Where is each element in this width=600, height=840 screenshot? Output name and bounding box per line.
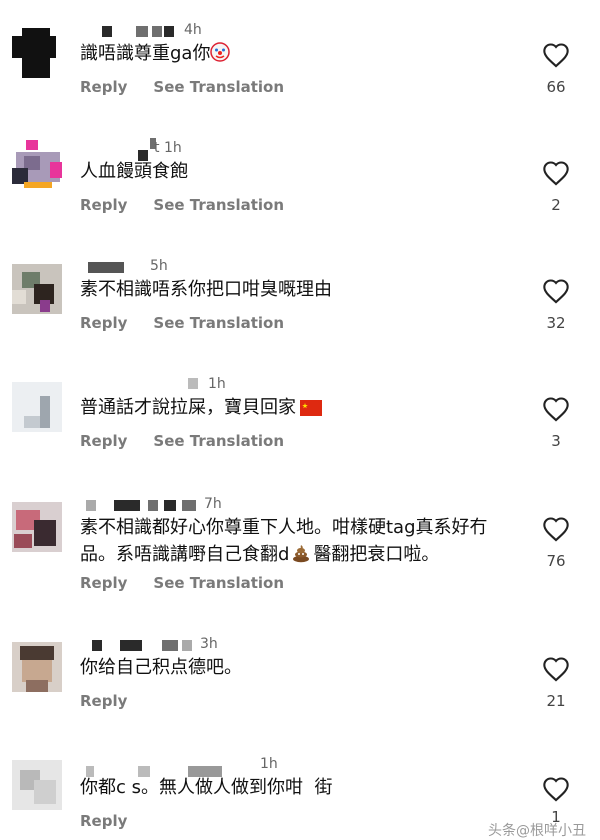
- like-button[interactable]: 3: [541, 396, 571, 450]
- reply-button[interactable]: Reply: [80, 196, 127, 214]
- like-button[interactable]: 66: [541, 42, 571, 96]
- like-count: 66: [546, 78, 566, 96]
- see-translation-button[interactable]: See Translation: [153, 196, 284, 214]
- comment-time: 4h: [184, 22, 202, 38]
- comment-text-content: 品。系唔識講嘢自己食翻d: [80, 544, 290, 565]
- comment-time: 3h: [200, 636, 218, 652]
- see-translation-button[interactable]: See Translation: [153, 432, 284, 450]
- like-count: 76: [546, 552, 566, 570]
- avatar[interactable]: [12, 382, 62, 432]
- reply-button[interactable]: Reply: [80, 574, 127, 592]
- like-count: 2: [551, 196, 561, 214]
- comment-text: 素不相識唔系你把口咁臭嘅理由: [80, 279, 332, 300]
- comment-text-content: 醫翻把衰口啦。: [313, 544, 440, 565]
- reply-button[interactable]: Reply: [80, 432, 127, 450]
- heart-icon: [543, 517, 569, 542]
- comment-time: 5h: [150, 258, 168, 274]
- comment-actions: Reply See Translation: [80, 574, 310, 592]
- comment-text: 人血饅頭食飽: [80, 161, 188, 182]
- like-button[interactable]: 2: [541, 160, 571, 214]
- like-button[interactable]: 1: [541, 776, 571, 826]
- comment-time: 7h: [204, 496, 222, 512]
- like-button[interactable]: 32: [541, 278, 571, 332]
- comment-actions: Reply: [80, 692, 153, 710]
- heart-icon: [543, 279, 569, 304]
- comment-text: 你给自己积点德吧。: [80, 657, 242, 678]
- like-count: 3: [551, 432, 561, 450]
- see-translation-button[interactable]: See Translation: [153, 574, 284, 592]
- poop-icon: [291, 543, 311, 571]
- heart-icon: [543, 777, 569, 802]
- comment-text: 普通話才說拉屎，寶貝回家: [80, 394, 500, 424]
- heart-icon: [543, 397, 569, 422]
- reply-button[interactable]: Reply: [80, 692, 127, 710]
- comment-text-content: 識唔識尊重ga你: [80, 43, 211, 64]
- reply-button[interactable]: Reply: [80, 78, 127, 96]
- avatar[interactable]: [12, 760, 62, 810]
- comment-actions: Reply See Translation: [80, 314, 310, 332]
- avatar[interactable]: [12, 28, 62, 78]
- avatar[interactable]: [12, 264, 62, 314]
- comment-time: 1h: [208, 376, 226, 392]
- comment-actions: Reply See Translation: [80, 432, 310, 450]
- avatar[interactable]: [12, 642, 62, 692]
- china-flag-icon: [300, 397, 322, 424]
- heart-icon: [543, 43, 569, 68]
- comment-actions: Reply: [80, 812, 153, 830]
- comment-actions: Reply See Translation: [80, 196, 310, 214]
- comment-text: 素不相識都好心你尊重下人地。咁樣硬tag真系好冇 品。系唔識講嘢自己食翻d 醫翻把…: [80, 514, 520, 571]
- avatar[interactable]: [12, 140, 62, 190]
- like-button[interactable]: 76: [541, 516, 571, 570]
- comment-text: 識唔識尊重ga你: [80, 40, 500, 70]
- comment-text-content: 普通話才說拉屎，寶貝回家: [80, 397, 296, 418]
- heart-icon: [543, 161, 569, 186]
- comment-text-line: 品。系唔識講嘢自己食翻d 醫翻把衰口啦。: [80, 541, 520, 571]
- comment-actions: Reply See Translation: [80, 78, 310, 96]
- watermark: 头条@根咩小丑: [488, 823, 586, 839]
- avatar[interactable]: [12, 502, 62, 552]
- heart-icon: [543, 657, 569, 682]
- reply-button[interactable]: Reply: [80, 812, 127, 830]
- clown-face-icon: [210, 42, 231, 70]
- see-translation-button[interactable]: See Translation: [153, 78, 284, 96]
- like-button[interactable]: 21: [541, 656, 571, 710]
- comment-time: 1h: [260, 756, 278, 772]
- like-count: 21: [546, 692, 566, 710]
- comment-text-line: 素不相識都好心你尊重下人地。咁樣硬tag真系好冇: [80, 517, 488, 538]
- see-translation-button[interactable]: See Translation: [153, 314, 284, 332]
- reply-button[interactable]: Reply: [80, 314, 127, 332]
- like-count: 32: [546, 314, 566, 332]
- comment-time: t 1h: [154, 140, 182, 156]
- comment-text: 你都c s。無人做人做到你咁 街: [80, 777, 333, 798]
